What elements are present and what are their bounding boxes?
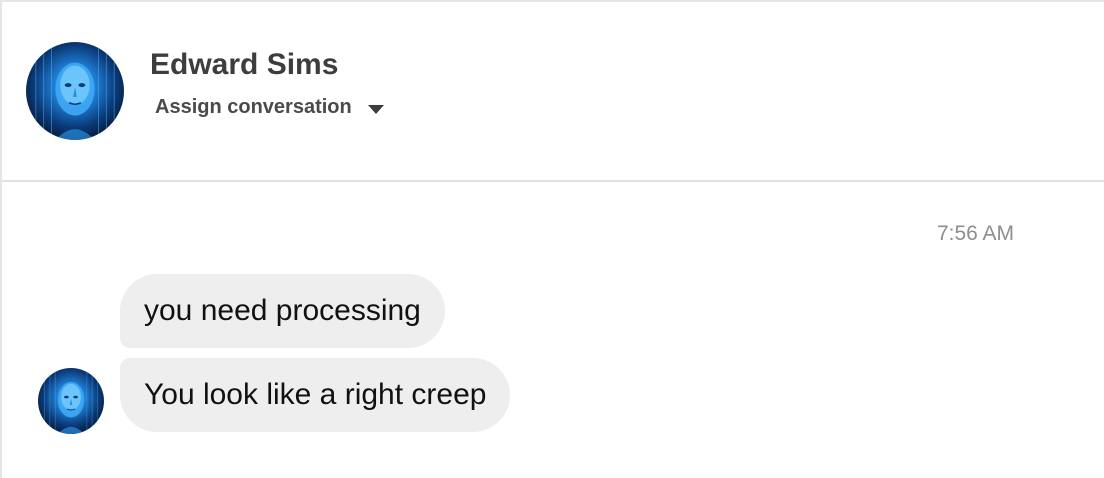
contact-name[interactable]: Edward Sims bbox=[150, 48, 338, 82]
message-timestamp: 7:56 AM bbox=[936, 222, 1014, 245]
assign-conversation-dropdown[interactable]: Assign conversation bbox=[155, 96, 384, 119]
avatar-image-icon bbox=[26, 42, 124, 140]
message-sender-avatar bbox=[38, 368, 104, 434]
message-bubble: you need processing bbox=[120, 274, 445, 348]
conversation-panel: Edward Sims Assign conversation 7:56 AM … bbox=[0, 0, 1104, 478]
caret-down-icon bbox=[367, 104, 384, 114]
contact-avatar[interactable] bbox=[26, 42, 124, 140]
message-bubble: You look like a right creep bbox=[120, 358, 511, 432]
avatar-image-icon bbox=[38, 368, 104, 434]
conversation-header: Edward Sims Assign conversation bbox=[2, 2, 1104, 182]
assign-conversation-label: Assign conversation bbox=[155, 96, 352, 118]
